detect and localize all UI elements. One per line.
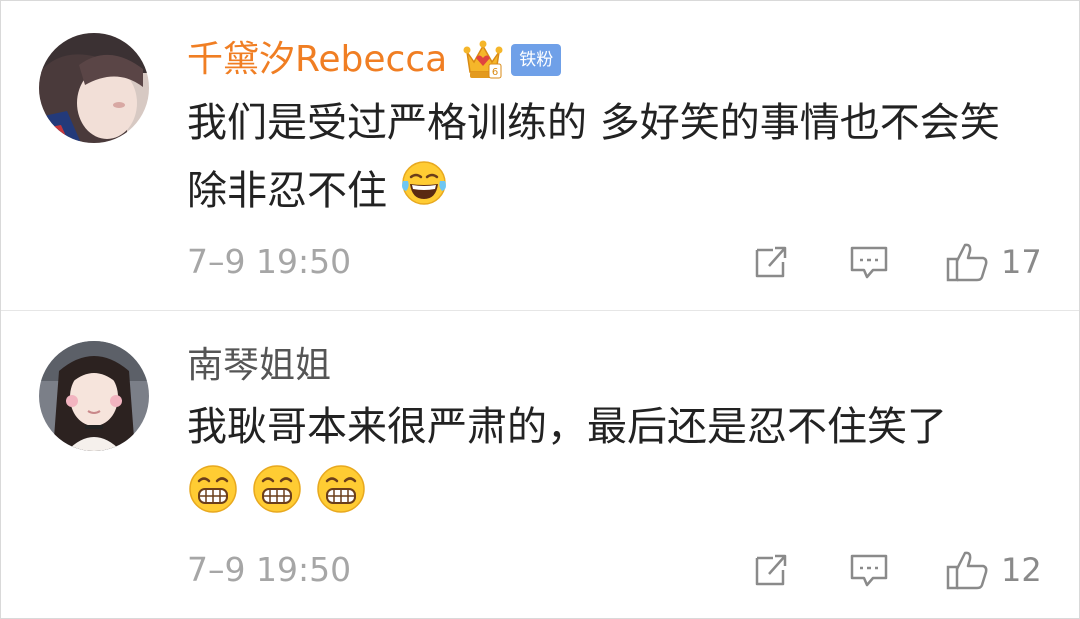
like-count: 17 (1001, 243, 1042, 281)
avatar[interactable] (39, 33, 149, 143)
comment-meta: 7–9 19:50 17 (187, 237, 1043, 287)
like-button[interactable]: 17 (945, 242, 1042, 282)
grin-emoji (187, 463, 239, 519)
grin-emoji (315, 463, 367, 519)
username[interactable]: 南琴姐姐 (187, 341, 331, 391)
timestamp: 7–9 19:50 (187, 242, 352, 281)
comment-icon (850, 554, 888, 587)
username[interactable]: 千黛汐Rebecca (187, 35, 447, 85)
avatar[interactable] (39, 341, 149, 451)
grin-emoji (251, 463, 303, 519)
repost-icon (755, 246, 787, 278)
comment-header: 南琴姐姐 (187, 341, 331, 391)
fan-badge: 铁粉 (511, 44, 562, 76)
thumbs-up-icon (946, 551, 988, 590)
comment-meta: 7–9 19:50 12 (187, 545, 1043, 595)
like-count: 12 (1001, 551, 1042, 589)
comment-text: 我们是受过严格训练的 多好笑的事情也不会笑 除非忍不住 (187, 100, 1000, 214)
emoji-row (187, 463, 367, 519)
svg-text:6: 6 (492, 67, 498, 78)
repost-icon (755, 554, 787, 586)
comment-icon (850, 246, 888, 279)
comment-button[interactable] (849, 550, 889, 590)
like-button[interactable]: 12 (945, 550, 1042, 590)
laugh-cry-emoji (400, 159, 448, 228)
timestamp: 7–9 19:50 (187, 550, 352, 589)
crown-icon: 6 (463, 38, 503, 82)
repost-button[interactable] (751, 242, 791, 282)
comment-header: 千黛汐Rebecca 6 铁粉 (187, 35, 562, 85)
comment-button[interactable] (849, 242, 889, 282)
repost-button[interactable] (751, 550, 791, 590)
comment-content: 我耿哥本来很严肃的，最后还是忍不住笑了 (187, 393, 1047, 461)
comment-item: 南琴姐姐 我耿哥本来很严肃的，最后还是忍不住笑了 7–9 19:50 12 (1, 311, 1079, 618)
comment-list: 千黛汐Rebecca 6 铁粉 我们是受过严格训练的 多好笑的事情也不会笑 除非… (0, 0, 1080, 619)
comment-item: 千黛汐Rebecca 6 铁粉 我们是受过严格训练的 多好笑的事情也不会笑 除非… (1, 1, 1079, 310)
comment-content: 我们是受过严格训练的 多好笑的事情也不会笑 除非忍不住 (187, 89, 1047, 228)
comment-text: 我耿哥本来很严肃的，最后还是忍不住笑了 (187, 404, 947, 450)
thumbs-up-icon (946, 243, 988, 282)
